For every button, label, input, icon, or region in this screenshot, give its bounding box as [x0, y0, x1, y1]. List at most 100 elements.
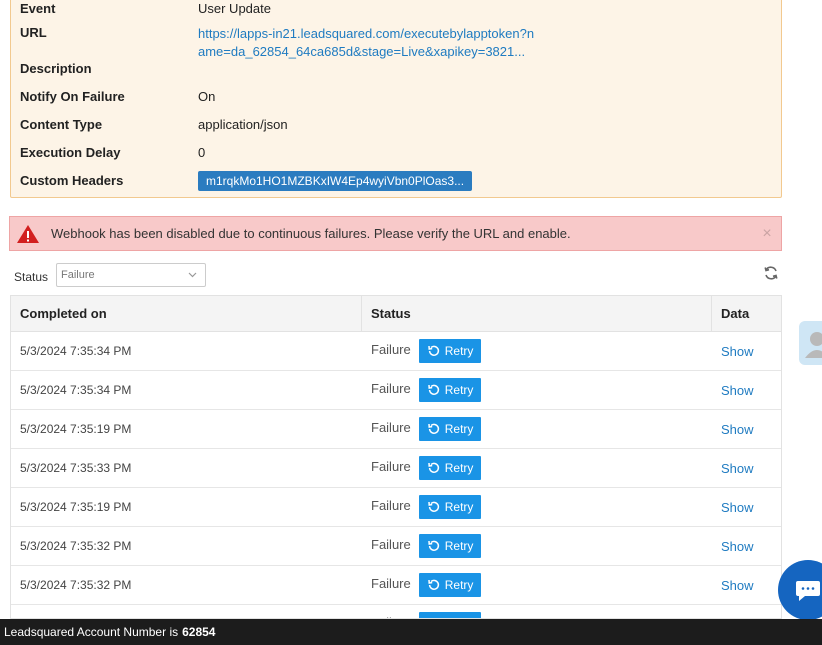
- retry-icon: [428, 462, 439, 473]
- show-link[interactable]: Show: [721, 461, 754, 476]
- completed-on-text: 5/3/2024 7:35:32 PM: [20, 539, 132, 553]
- notify-row: Notify On Failure On: [20, 89, 215, 104]
- status-text: Failure: [371, 341, 411, 357]
- status-filter-value: Failure: [61, 269, 95, 281]
- retry-button[interactable]: Retry: [418, 534, 482, 558]
- status-cell: Failure Retry: [362, 332, 712, 370]
- completed-on-cell: 5/3/2024 7:35:33 PM: [11, 449, 362, 487]
- footer-text: Leadsquared Account Number is: [4, 625, 179, 639]
- data-cell: Show: [712, 371, 781, 409]
- event-value: User Update: [198, 1, 271, 16]
- status-cell: Failure Retry: [362, 371, 712, 409]
- status-filter-select[interactable]: Failure: [56, 263, 206, 287]
- status-text: Failure: [371, 380, 411, 396]
- content-type-label: Content Type: [20, 117, 103, 132]
- completed-on-text: 5/3/2024 7:35:32 PM: [20, 578, 132, 592]
- retry-button[interactable]: Retry: [418, 612, 482, 618]
- status-cell: Failure Retry: [362, 566, 712, 604]
- retry-icon: [428, 423, 439, 434]
- retry-button[interactable]: Retry: [418, 573, 482, 597]
- retry-icon: [428, 540, 439, 551]
- retry-label: Retry: [444, 422, 474, 436]
- status-cell: FailureRetry: [362, 605, 712, 618]
- event-label: Event: [20, 1, 56, 16]
- disabled-alert: Webhook has been disabled due to continu…: [9, 216, 782, 251]
- webhook-details-panel: Event User Update URL https://lapps-in21…: [10, 0, 782, 198]
- data-cell: Show: [712, 527, 781, 565]
- retry-button[interactable]: Retry: [418, 417, 482, 441]
- completed-on-cell: 5/3/2024 7:35:34 PM: [11, 332, 362, 370]
- table-row: 5/3/2024 7:35:34 PM Failure Retry Show: [11, 332, 781, 371]
- close-icon[interactable]: ×: [753, 225, 781, 243]
- profile-tab[interactable]: [799, 321, 822, 365]
- url-row: URL https://lapps-in21.leadsquared.com/e…: [20, 25, 538, 61]
- status-text: Failure: [371, 419, 411, 435]
- table-row: 5/3/2024 7:35:32 PM Failure Retry Show: [11, 566, 781, 605]
- data-cell: Show: [712, 449, 781, 487]
- completed-on-text: 5/3/2024 7:35:19 PM: [20, 500, 132, 514]
- show-link[interactable]: Show: [721, 422, 754, 437]
- content-type-value: application/json: [198, 117, 288, 132]
- delay-label: Execution Delay: [20, 145, 121, 160]
- delay-value: 0: [198, 145, 206, 160]
- retry-label: Retry: [444, 578, 474, 592]
- table-body: 5/3/2024 7:35:34 PM Failure Retry Show 5/3/2…: [11, 332, 781, 618]
- completed-on-cell: 5/3/2024 7:35:32 PM: [11, 566, 362, 604]
- completed-on-cell: 5/3/2024 7:35:19 PM: [11, 488, 362, 526]
- retry-button[interactable]: Retry: [418, 456, 482, 480]
- content-type-row: Content Type application/json: [20, 117, 288, 132]
- status-cell: Failure Retry: [362, 449, 712, 487]
- status-text: Failure: [371, 536, 411, 552]
- retry-button[interactable]: Retry: [418, 378, 482, 402]
- account-number: 62854: [182, 625, 216, 639]
- event-row: Event User Update: [20, 1, 271, 16]
- chevron-down-icon: [188, 272, 197, 278]
- user-avatar-icon: [805, 332, 822, 358]
- show-link[interactable]: Show: [721, 539, 754, 554]
- retry-button[interactable]: Retry: [418, 495, 482, 519]
- show-link[interactable]: Show: [721, 500, 754, 515]
- retry-label: Retry: [444, 344, 474, 358]
- completed-on-cell: 5/3/2024 7:35:32 PM: [11, 527, 362, 565]
- completed-on-cell: [11, 605, 362, 618]
- header-completed-on[interactable]: Completed on: [11, 296, 362, 331]
- delay-row: Execution Delay 0: [20, 145, 205, 160]
- status-text: Failure: [371, 497, 411, 513]
- retry-icon: [428, 501, 439, 512]
- status-cell: Failure Retry: [362, 410, 712, 448]
- completed-on-text: 5/3/2024 7:35:33 PM: [20, 461, 132, 475]
- headers-value-wrap: m1rqkMo1HO1MZBKxIW4Ep4wyiVbn0PlOas3...: [198, 171, 473, 191]
- completed-on-text: 5/3/2024 7:35:34 PM: [20, 344, 132, 358]
- show-link[interactable]: Show: [721, 344, 754, 359]
- refresh-icon[interactable]: [763, 265, 779, 281]
- show-link[interactable]: Show: [721, 578, 754, 593]
- headers-row: Custom Headers m1rqkMo1HO1MZBKxIW4Ep4wyi…: [20, 171, 473, 191]
- table-row: FailureRetryShow: [11, 605, 781, 618]
- data-cell: Show: [712, 332, 781, 370]
- table-row: 5/3/2024 7:35:19 PM Failure Retry Show: [11, 410, 781, 449]
- notify-value: On: [198, 89, 216, 104]
- completed-on-text: 5/3/2024 7:35:34 PM: [20, 383, 132, 397]
- status-text: Failure: [371, 458, 411, 474]
- alert-message: Webhook has been disabled due to continu…: [51, 226, 571, 241]
- show-link[interactable]: Show: [721, 383, 754, 398]
- retry-icon: [428, 345, 439, 356]
- chat-button[interactable]: [778, 560, 822, 620]
- account-footer: Leadsquared Account Number is 62854: [0, 619, 822, 645]
- retry-icon: [428, 384, 439, 395]
- chat-bubble-icon: [796, 581, 820, 601]
- failure-log-table: Completed on Status Data 5/3/2024 7:35:3…: [10, 295, 782, 619]
- custom-header-pill[interactable]: m1rqkMo1HO1MZBKxIW4Ep4wyiVbn0PlOas3...: [198, 171, 473, 191]
- table-row: 5/3/2024 7:35:19 PM Failure Retry Show: [11, 488, 781, 527]
- header-status[interactable]: Status: [362, 296, 712, 331]
- url-label: URL: [20, 25, 47, 40]
- headers-label: Custom Headers: [20, 173, 124, 188]
- retry-button[interactable]: Retry: [418, 339, 482, 363]
- status-text: Failure: [371, 575, 411, 591]
- status-cell: Failure Retry: [362, 488, 712, 526]
- warning-icon: [17, 224, 39, 243]
- url-link[interactable]: https://lapps-in21.leadsquared.com/execu…: [198, 25, 538, 61]
- table-header: Completed on Status Data: [11, 296, 781, 332]
- completed-on-cell: 5/3/2024 7:35:34 PM: [11, 371, 362, 409]
- header-data: Data: [721, 306, 750, 321]
